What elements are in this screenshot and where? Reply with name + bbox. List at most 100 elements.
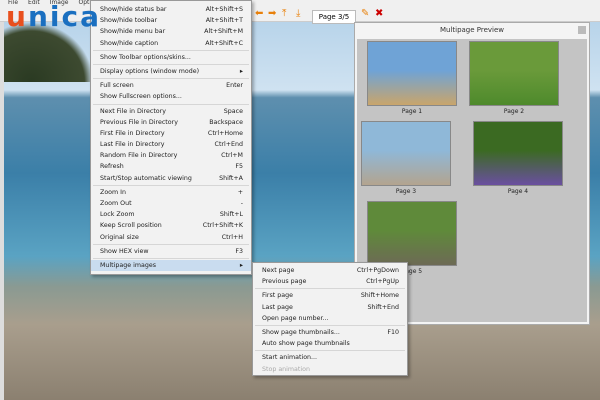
menu-item-shortcut: Shift+L (219, 211, 243, 219)
menu-item-shortcut: Shift+Home (360, 292, 399, 300)
menu-item-shortcut: Shift+End (367, 303, 399, 311)
menu-item-label: Random File in Directory (100, 152, 178, 160)
menu-item[interactable]: Next File in Directory Space (91, 106, 251, 117)
menu-item[interactable]: Zoom Out - (91, 198, 251, 209)
menu-item[interactable]: Show/hide caption Alt+Shift+C (91, 38, 251, 49)
menu-item[interactable]: Previous page Ctrl+PgUp (253, 276, 407, 287)
prev-icon[interactable]: ⬅ (255, 9, 265, 19)
menu-item-shortcut: - (240, 200, 243, 207)
menu-item-label: Lock Zoom (100, 211, 135, 219)
logo: unica (6, 0, 101, 33)
menu-item-shortcut: Ctrl+PgDown (356, 267, 399, 274)
page-label: Page 4 (507, 188, 529, 195)
exit-icon[interactable]: ✖ (375, 9, 385, 19)
menu-item[interactable]: Random File in Directory Ctrl+M (91, 150, 251, 161)
menu-item[interactable]: Open page number... (253, 313, 407, 324)
menu-item[interactable]: Refresh F5 (91, 161, 251, 172)
menu-item-label: Stop animation (262, 365, 310, 373)
menu-item-shortcut: Alt+Shift+T (205, 17, 243, 25)
next-icon[interactable]: ➡ (268, 9, 278, 19)
menu-item[interactable]: Stop animation (253, 364, 407, 375)
page-thumbnail[interactable] (469, 41, 559, 106)
menu-item-label: Show Toolbar options/skins... (100, 53, 191, 61)
menu-item[interactable]: Zoom In + (91, 187, 251, 198)
multipage-submenu: Next page Ctrl+PgDown Previous page Ctrl+Pg… (252, 262, 408, 376)
menu-item[interactable]: Start/Stop automatic viewing Shift+A (91, 173, 251, 184)
menu-item-shortcut: Enter (226, 82, 243, 90)
menu-item-shortcut: Ctrl+Shift+K (202, 222, 243, 230)
menu-item[interactable]: Full screen Enter (91, 80, 251, 91)
menu-separator (93, 103, 249, 105)
menu-item[interactable]: Multipage images ▸ (91, 259, 251, 272)
view-menu: Show/hide status bar Alt+Shift+S Show/hide… (90, 0, 252, 275)
first-page-icon[interactable]: ⤒ (282, 9, 292, 19)
menu-item[interactable]: Show Toolbar options/skins... (91, 52, 251, 63)
menu-item[interactable]: First page Shift+Home (253, 290, 407, 301)
menu-item[interactable]: Original size Ctrl+H (91, 232, 251, 243)
menu-separator (93, 184, 249, 186)
menu-item-label: Show/hide menu bar (100, 28, 166, 36)
page-indicator: Page 3/5 (312, 10, 356, 24)
menu-item-shortcut: Ctrl+End (214, 141, 243, 149)
menu-item-shortcut: Backspace (209, 118, 243, 126)
settings-icon[interactable]: ✎ (361, 9, 371, 19)
menu-item[interactable]: Keep Scroll position Ctrl+Shift+K (91, 220, 251, 231)
menu-item[interactable]: Show/hide status bar Alt+Shift+S (91, 4, 251, 15)
menu-item[interactable]: First File in Directory Ctrl+Home (91, 128, 251, 139)
menu-item-shortcut: F5 (235, 163, 243, 171)
menu-item-shortcut: ▸ (239, 67, 243, 75)
menu-item-label: Keep Scroll position (100, 222, 162, 230)
menu-item-label: Start/Stop automatic viewing (100, 174, 192, 182)
menu-separator (255, 350, 405, 352)
menu-item-label: Previous page (262, 278, 307, 286)
menu-item-shortcut: F3 (235, 247, 243, 255)
menu-item-shortcut: F10 (387, 328, 399, 336)
menu-item-label: Refresh (100, 163, 124, 171)
menu-item-shortcut: Alt+Shift+C (205, 39, 243, 47)
menu-item-label: Display options (window mode) (100, 67, 200, 75)
page-thumbnail[interactable] (367, 41, 457, 106)
menu-separator (93, 78, 249, 80)
menu-item-label: Show/hide status bar (100, 6, 167, 13)
menu-item-shortcut: Ctrl+M (221, 152, 243, 160)
page-thumbnail[interactable] (473, 121, 563, 186)
menu-item-label: Original size (100, 233, 139, 241)
menu-item-shortcut: Alt+Shift+M (204, 28, 243, 36)
menu-item-label: Show/hide toolbar (100, 17, 158, 25)
menu-item-label: Next File in Directory (100, 107, 166, 115)
menu-item-label: Show page thumbnails... (262, 328, 340, 336)
menu-item[interactable]: Show HEX view F3 (91, 246, 251, 257)
menu-item[interactable]: Next page Ctrl+PgDown (253, 265, 407, 276)
menu-item[interactable]: Show Fullscreen options... (91, 91, 251, 102)
close-icon[interactable] (578, 26, 586, 34)
menu-item[interactable]: Show page thumbnails... F10 (253, 327, 407, 338)
page-thumbnail[interactable] (367, 201, 457, 266)
menu-item[interactable]: Last File in Directory Ctrl+End (91, 139, 251, 150)
menu-separator (255, 288, 405, 290)
menu-item[interactable]: Auto show page thumbnails (253, 338, 407, 349)
menu-separator (93, 257, 249, 259)
menu-item-label: First File in Directory (100, 129, 165, 137)
menu-item[interactable]: Show/hide menu bar Alt+Shift+M (91, 26, 251, 37)
menu-item-shortcut: Shift+A (219, 174, 243, 182)
menu-item[interactable]: Previous File in Directory Backspace (91, 117, 251, 128)
menu-separator (255, 324, 405, 326)
menu-item-label: Previous File in Directory (100, 118, 178, 126)
menu-item[interactable]: Lock Zoom Shift+L (91, 209, 251, 220)
menu-separator (93, 49, 249, 51)
menu-item-shortcut: Alt+Shift+S (205, 6, 243, 13)
menu-item[interactable]: Start animation... (253, 352, 407, 363)
menu-item[interactable]: Show/hide toolbar Alt+Shift+T (91, 15, 251, 26)
menu-item-label: Zoom In (100, 188, 127, 196)
menu-item-label: Next page (262, 267, 295, 274)
menu-item-label: Multipage images (100, 261, 157, 269)
menu-item[interactable]: Display options (window mode) ▸ (91, 66, 251, 77)
last-page-icon[interactable]: ⤓ (296, 9, 306, 19)
menu-item-label: Zoom Out (100, 200, 132, 207)
menu-item-label: Show/hide caption (100, 39, 159, 47)
menu-item-label: Show HEX view (100, 247, 149, 255)
page-thumbnail[interactable] (361, 121, 451, 186)
menu-separator (93, 63, 249, 65)
page-label: Page 3 (395, 188, 417, 195)
menu-item[interactable]: Last page Shift+End (253, 302, 407, 313)
